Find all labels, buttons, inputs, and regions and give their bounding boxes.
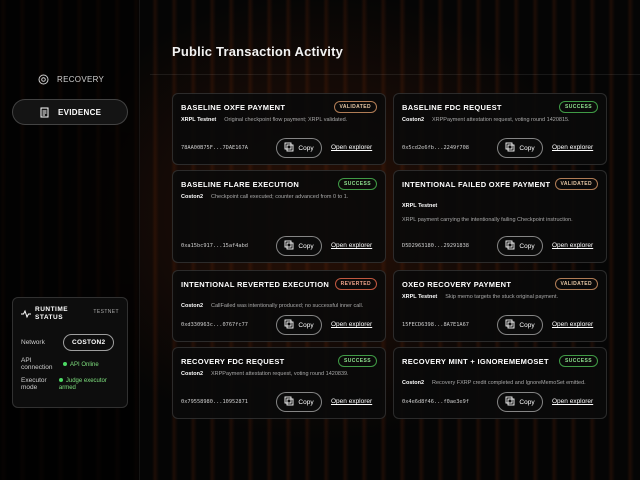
executor-status: Judge executor armed xyxy=(58,378,107,391)
tx-hash: 15FECD6398...8A7E1A67 xyxy=(402,322,469,328)
card-title: OXEO RECOVERY PAYMENT xyxy=(402,280,512,289)
recovery-icon xyxy=(38,74,49,85)
open-explorer-link[interactable]: Open explorer xyxy=(331,144,372,151)
copy-icon xyxy=(505,240,515,252)
online-dot-icon xyxy=(63,361,67,366)
card-description: XRPL payment carrying the intentionally … xyxy=(402,217,573,223)
card-meta: Coston2 CallFailed was intentionally prod… xyxy=(181,303,364,309)
copy-button[interactable]: Copy xyxy=(497,236,543,256)
tx-hash: 0x4e6d8f46...f0ae3e9f xyxy=(402,399,469,405)
sidebar-item-recovery[interactable]: RECOVERY xyxy=(12,66,128,92)
open-explorer-link[interactable]: Open explorer xyxy=(331,398,372,405)
runtime-title: RUNTIME STATUS xyxy=(35,306,69,321)
network-label: Network xyxy=(21,339,45,346)
status-badge: SUCCESS xyxy=(559,101,598,113)
open-explorer-link[interactable]: Open explorer xyxy=(331,242,372,249)
transaction-card: INTENTIONAL REVERTED EXECUTION REVERTED … xyxy=(172,270,386,342)
transaction-card: BASELINE FDC REQUEST SUCCESS Coston2 XRPP… xyxy=(393,93,607,165)
tx-hash: 0x5cd2e6fb...2249f708 xyxy=(402,145,469,151)
copy-button[interactable]: Copy xyxy=(276,392,322,412)
network-selector[interactable]: COSTON2 xyxy=(63,334,115,351)
status-badge: SUCCESS xyxy=(338,355,377,367)
copy-button[interactable]: Copy xyxy=(276,236,322,256)
status-badge: SUCCESS xyxy=(338,178,377,190)
card-title: RECOVERY FDC REQUEST xyxy=(181,357,285,366)
card-title: BASELINE FLARE EXECUTION xyxy=(181,180,300,189)
copy-icon xyxy=(284,142,294,154)
open-explorer-link[interactable]: Open explorer xyxy=(552,321,593,328)
runtime-status-panel: RUNTIME STATUS TESTNET Network COSTON2 A… xyxy=(12,297,128,408)
open-explorer-link[interactable]: Open explorer xyxy=(552,144,593,151)
status-badge: VALIDATED xyxy=(554,178,598,190)
transaction-card: OXEO RECOVERY PAYMENT VALIDATED XRPL Tes… xyxy=(393,270,607,342)
status-badge: REVERTED xyxy=(334,278,377,290)
open-explorer-link[interactable]: Open explorer xyxy=(552,242,593,249)
api-status: API Online xyxy=(63,361,99,368)
sidebar-item-label: EVIDENCE xyxy=(58,107,102,117)
copy-icon xyxy=(284,319,294,331)
sidebar-item-label: RECOVERY xyxy=(57,74,105,84)
executor-mode-label: Executor mode xyxy=(21,377,47,391)
card-meta: Coston2 Recovery FXRP credit completed an… xyxy=(402,380,586,386)
status-badge: VALIDATED xyxy=(554,278,598,290)
card-title: BASELINE FDC REQUEST xyxy=(402,103,502,112)
card-meta: XRPL Testnet xyxy=(402,203,438,209)
card-meta: XRPL Testnet Skip memo targets the stuck … xyxy=(402,294,559,300)
tx-hash: 78AA00B75F...7DAE167A xyxy=(181,145,248,151)
status-badge: SUCCESS xyxy=(559,355,598,367)
card-title: INTENTIONAL REVERTED EXECUTION xyxy=(181,280,330,289)
tx-hash: 0xd330963c...0767fc77 xyxy=(181,322,248,328)
transaction-card: RECOVERY MINT + IGNOREMEMOSET SUCCESS Co… xyxy=(393,347,607,419)
card-meta: Coston2 Checkpoint call executed; counter… xyxy=(181,194,349,200)
tx-hash: D5D2963180...29291838 xyxy=(402,243,469,249)
card-title: RECOVERY MINT + IGNOREMEMOSET xyxy=(402,357,549,366)
transaction-card: BASELINE FLARE EXECUTION SUCCESS Coston2… xyxy=(172,170,386,263)
divider xyxy=(150,74,640,75)
activity-icon xyxy=(21,306,31,324)
sidebar: RECOVERY EVIDENCE RUNTIME STATUS TESTNET… xyxy=(0,0,140,480)
status-badge: VALIDATED xyxy=(333,101,377,113)
api-connection-label: API connection xyxy=(21,357,53,371)
copy-button[interactable]: Copy xyxy=(497,138,543,158)
copy-button[interactable]: Copy xyxy=(276,315,322,335)
tx-hash: 0x79558980...10952871 xyxy=(181,399,248,405)
armed-dot-icon xyxy=(58,378,63,382)
card-meta: Coston2 XRPPayment attestation request, v… xyxy=(402,117,570,123)
copy-icon xyxy=(505,396,515,408)
card-meta: XRPL Testnet Original checkpoint flow pay… xyxy=(181,117,348,123)
transaction-card: RECOVERY FDC REQUEST SUCCESS Coston2 XRPP… xyxy=(172,347,386,419)
transaction-card: BASELINE OXFE PAYMENT VALIDATED XRPL Tes… xyxy=(172,93,386,165)
sidebar-item-evidence[interactable]: EVIDENCE xyxy=(12,99,128,125)
open-explorer-link[interactable]: Open explorer xyxy=(331,321,372,328)
card-title: INTENTIONAL FAILED OXFE PAYMENT xyxy=(402,180,551,189)
copy-button[interactable]: Copy xyxy=(497,392,543,412)
tx-hash: 0xa15bc917...15af4abd xyxy=(181,243,248,249)
evidence-icon xyxy=(39,107,50,118)
copy-icon xyxy=(284,240,294,252)
card-title: BASELINE OXFE PAYMENT xyxy=(181,103,286,112)
copy-icon xyxy=(505,319,515,331)
copy-button[interactable]: Copy xyxy=(276,138,322,158)
open-explorer-link[interactable]: Open explorer xyxy=(552,398,593,405)
transaction-card: INTENTIONAL FAILED OXFE PAYMENT VALIDATE… xyxy=(393,170,607,263)
copy-icon xyxy=(284,396,294,408)
page-title: Public Transaction Activity xyxy=(172,44,344,59)
testnet-badge: TESTNET xyxy=(93,309,119,315)
copy-button[interactable]: Copy xyxy=(497,315,543,335)
card-meta: Coston2 XRPPayment attestation request, v… xyxy=(181,371,349,377)
copy-icon xyxy=(505,142,515,154)
